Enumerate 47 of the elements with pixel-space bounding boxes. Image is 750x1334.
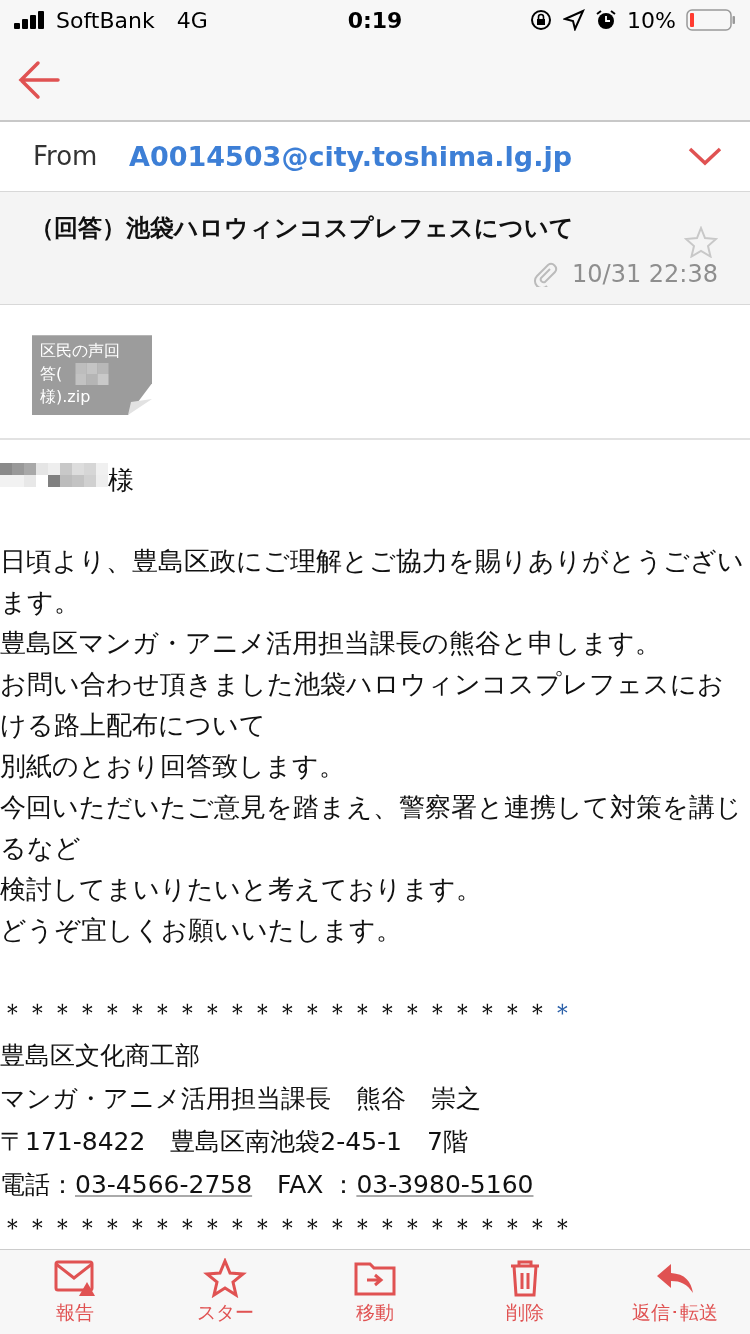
attachment-name: 様).zip — [40, 386, 91, 409]
body-paragraph: 別紙のとおり回答致します。 — [0, 750, 346, 784]
fax-label: FAX ： — [276, 1170, 357, 1200]
location-arrow-icon — [563, 9, 586, 31]
asterisk-rule: ＊＊＊＊＊＊＊＊＊＊＊＊＊＊＊＊＊＊＊＊＊＊ — [0, 998, 550, 1028]
attachment-name: 答( — [40, 363, 63, 386]
toolbar-button[interactable]: 報告 — [5, 1257, 145, 1328]
clock-time: 0:19 — [347, 7, 403, 33]
mail-warning-icon — [53, 1258, 97, 1299]
body-paragraph: どうぞ宜しくお願いいたします。 — [0, 914, 403, 948]
asterisk-link[interactable]: ＊ — [550, 998, 575, 1028]
signature-line: マンガ・アニメ活用担当課長 熊谷 崇之 — [0, 1083, 482, 1116]
from-label: From — [33, 141, 99, 172]
body-paragraph: 日頃より、豊島区政にご理解とご協力を賜りありがとうございます。 — [0, 545, 745, 620]
subject-title: （回答）池袋ハロウィンコスプレフェスについて — [30, 212, 574, 244]
rotation-lock-icon — [529, 8, 554, 32]
expand-button[interactable] — [688, 146, 722, 167]
salutation: 様 — [108, 464, 134, 498]
body-paragraph: 豊島区マンガ・アニメ活用担当課長の熊谷と申します。 — [0, 627, 662, 661]
back-button[interactable] — [18, 60, 60, 101]
star-toggle[interactable] — [684, 225, 718, 258]
asterisk-rule: ＊＊＊＊＊＊＊＊＊＊＊＊＊＊＊＊＊＊＊＊＊＊＊ — [0, 1213, 575, 1243]
toolbar-button[interactable]: 削除 — [455, 1257, 595, 1328]
paperclip-icon — [532, 260, 559, 287]
fax-link[interactable]: 03-3980-5160 — [356, 1170, 534, 1200]
signature-line: 豊島区文化商工部 — [0, 1040, 201, 1073]
message-date: 10/31 22:38 — [572, 259, 718, 288]
body-paragraph: 検討してまいりたいと考えております。 — [0, 873, 483, 907]
carrier-name: SoftBank — [56, 7, 155, 33]
attachment-name: 区民の声回 — [40, 340, 120, 363]
toolbar-button[interactable]: スター — [155, 1257, 295, 1328]
toolbar-button[interactable]: 返信･転送 — [605, 1257, 745, 1328]
network-type: 4G — [176, 7, 208, 33]
star-icon — [203, 1258, 247, 1299]
mosaic-drawing — [74, 363, 110, 386]
alarm-clock-icon — [595, 9, 618, 31]
body-paragraph: お問い合わせ頂きました池袋ハロウィンコスプレフェスにおける路上配布について — [0, 668, 725, 743]
battery-icon — [686, 9, 736, 31]
battery-percent: 10% — [627, 7, 676, 33]
phone-link[interactable]: 03-4566-2758 — [75, 1170, 253, 1200]
folded-corner-icon — [128, 399, 152, 416]
signature-line: 〒171-8422 豊島区南池袋2-45-1 7階 — [0, 1126, 469, 1159]
toolbar-button[interactable]: 移動 — [305, 1257, 445, 1328]
body-paragraph: 今回いただいたご意見を踏まえ、警察署と連携して対策を講じるなど — [0, 791, 743, 866]
phone-label: 電話： — [0, 1170, 75, 1200]
attachment-thumbnail[interactable]: 区民の声回 答( 様).zip — [32, 335, 152, 416]
sender-address-link[interactable]: A0014503@city.toshima.lg.jp — [129, 140, 688, 172]
